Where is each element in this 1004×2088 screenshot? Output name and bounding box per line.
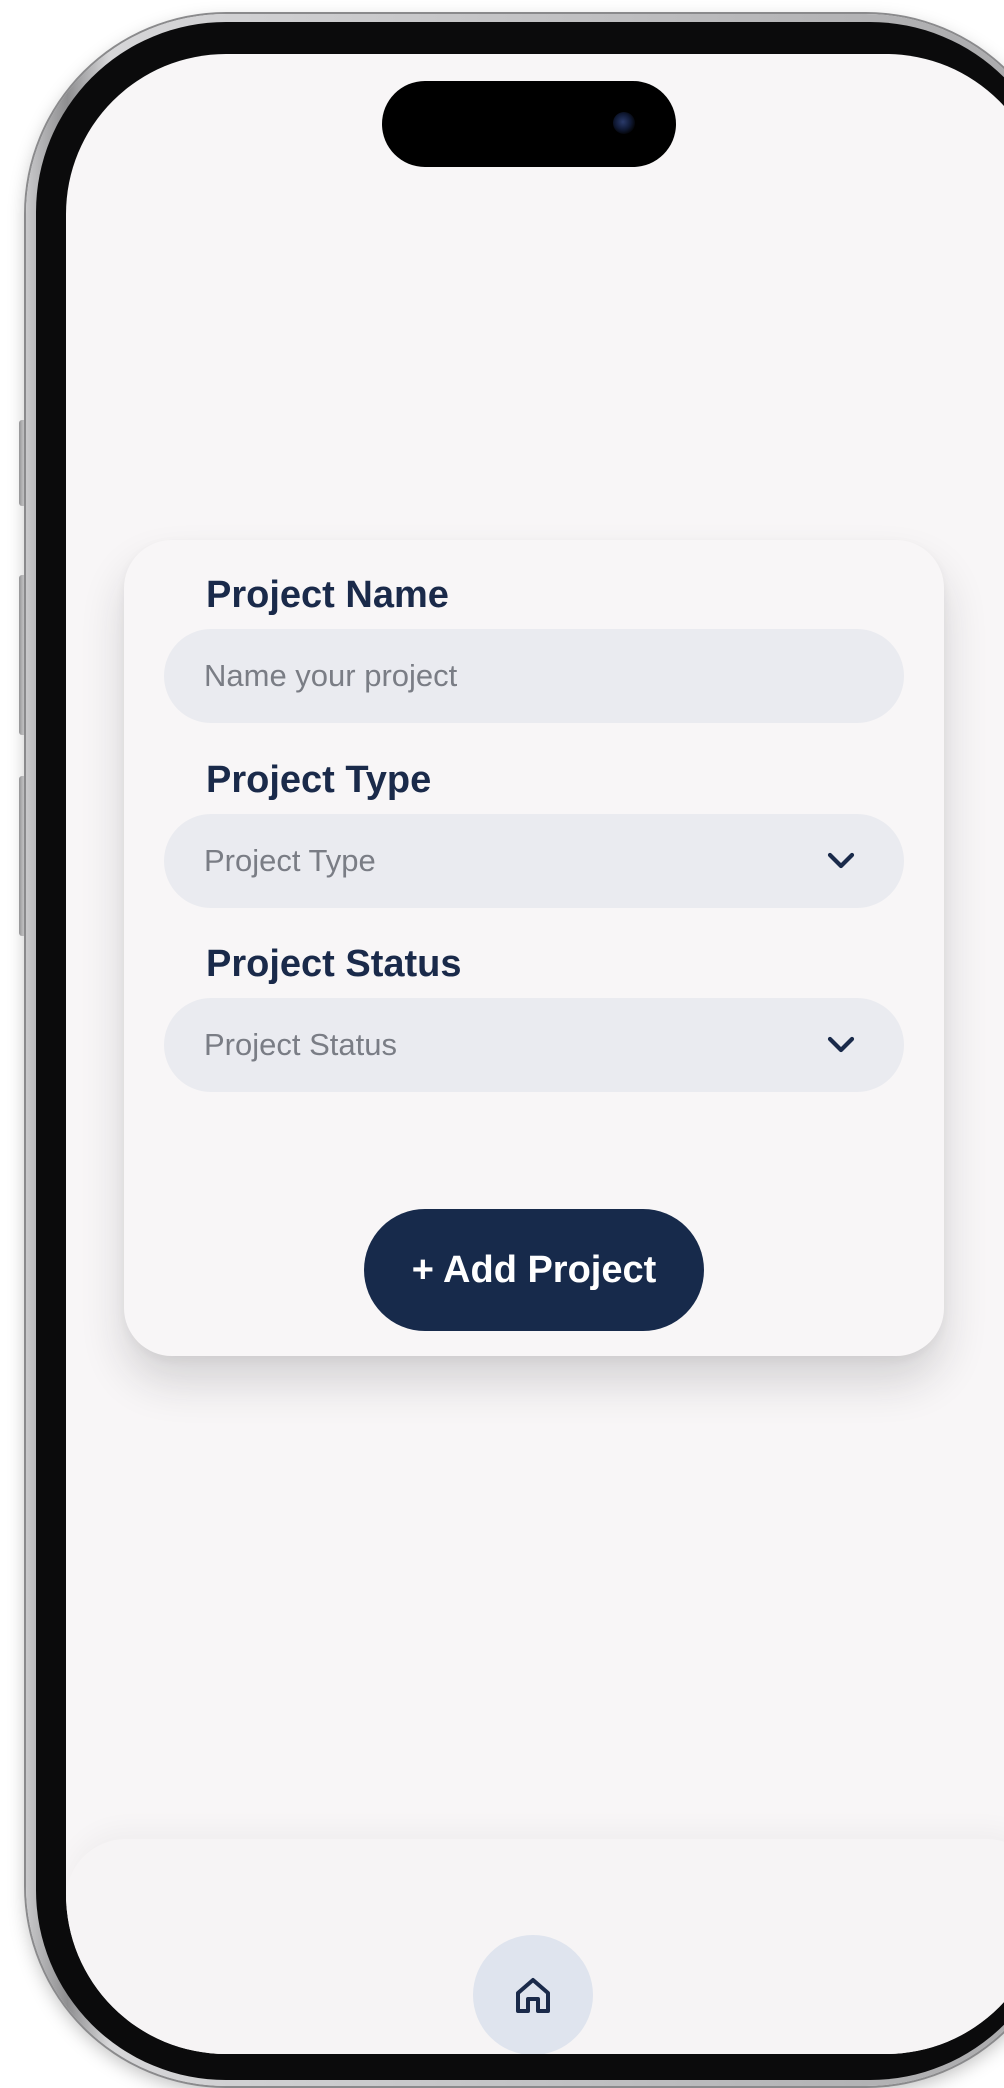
device-stage: Project Name Project Type Project Type P… bbox=[0, 0, 1004, 2088]
chevron-down-icon bbox=[824, 844, 858, 878]
dynamic-island bbox=[382, 81, 676, 167]
project-type-label: Project Type bbox=[206, 759, 432, 801]
bottom-nav bbox=[66, 1839, 1004, 2054]
add-project-form: Project Name Project Type Project Type P… bbox=[124, 540, 944, 1356]
project-type-value: Project Type bbox=[204, 843, 376, 878]
chevron-down-icon bbox=[824, 1028, 858, 1062]
project-name-field[interactable] bbox=[164, 629, 904, 723]
project-status-select[interactable]: Project Status bbox=[164, 998, 904, 1092]
home-icon bbox=[516, 1978, 550, 2013]
home-nav-button[interactable] bbox=[473, 1935, 593, 2054]
project-type-select[interactable]: Project Type bbox=[164, 814, 904, 908]
app-screen: Project Name Project Type Project Type P… bbox=[66, 54, 1004, 2054]
add-project-button[interactable]: + Add Project bbox=[364, 1209, 704, 1331]
project-status-label: Project Status bbox=[206, 943, 462, 985]
project-name-input[interactable] bbox=[204, 658, 864, 694]
camera-icon bbox=[613, 112, 635, 134]
project-status-value: Project Status bbox=[204, 1027, 397, 1062]
project-name-label: Project Name bbox=[206, 574, 449, 616]
